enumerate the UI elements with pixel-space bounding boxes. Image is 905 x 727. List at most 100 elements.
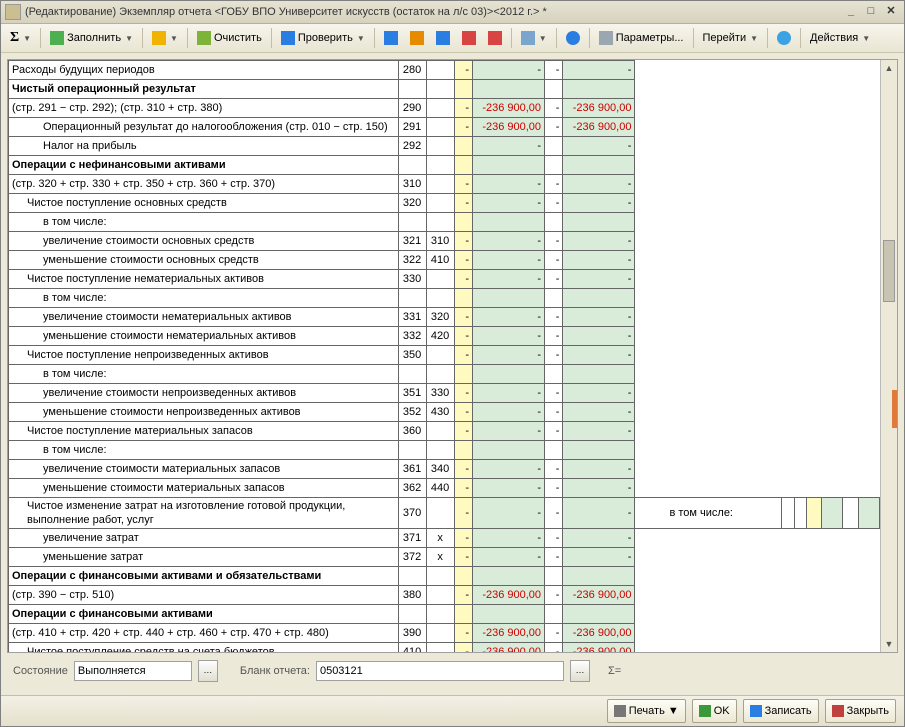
close-label: Закрыть bbox=[847, 705, 889, 717]
scroll-marker bbox=[892, 390, 898, 428]
actions-button[interactable]: Действия▼ bbox=[805, 26, 875, 50]
goto-label: Перейти bbox=[703, 32, 747, 44]
status-bar: Состояние … Бланк отчета: … Σ= bbox=[7, 653, 898, 689]
params-label: Параметры... bbox=[616, 32, 684, 44]
ok-button[interactable]: OK bbox=[692, 699, 737, 723]
print-icon bbox=[614, 705, 626, 717]
maximize-button[interactable]: □ bbox=[862, 4, 880, 20]
fill-icon bbox=[50, 31, 64, 45]
grid-container: Расходы будущих периодов280----Чистый оп… bbox=[7, 59, 898, 653]
tool-1[interactable] bbox=[379, 26, 403, 50]
table-row[interactable]: в том числе: bbox=[9, 365, 880, 384]
table-row[interactable]: в том числе: bbox=[9, 213, 880, 232]
clear-button[interactable]: Очистить bbox=[192, 26, 267, 50]
sigma-label: Σ= bbox=[608, 665, 621, 677]
table-row[interactable]: Операционный результат до налогообложени… bbox=[9, 118, 880, 137]
table-row[interactable]: Операции с финансовыми активами bbox=[9, 605, 880, 624]
tool-3[interactable] bbox=[431, 26, 455, 50]
report-editor-window: { "window": { "title": "(Редактирование)… bbox=[0, 0, 905, 727]
broom-icon bbox=[197, 31, 211, 45]
table-row[interactable]: увеличение стоимости нематериальных акти… bbox=[9, 308, 880, 327]
table-row[interactable]: уменьшение стоимости непроизведенных акт… bbox=[9, 403, 880, 422]
tool-grid[interactable]: ▼ bbox=[516, 26, 552, 50]
scroll-down-icon[interactable]: ▼ bbox=[881, 636, 897, 652]
edit-button[interactable]: ▼ bbox=[147, 26, 183, 50]
v-thumb[interactable] bbox=[883, 240, 895, 302]
table-row[interactable]: уменьшение стоимости нематериальных акти… bbox=[9, 327, 880, 346]
table-row[interactable]: Операции с финансовыми активами и обязат… bbox=[9, 567, 880, 586]
window-title: (Редактирование) Экземпляр отчета <ГОБУ … bbox=[25, 6, 840, 18]
save-button[interactable]: Записать bbox=[743, 699, 819, 723]
print-button[interactable]: Печать▼ bbox=[607, 699, 686, 723]
blank-label: Бланк отчета: bbox=[240, 665, 310, 677]
separator bbox=[40, 28, 41, 48]
table-row[interactable]: в том числе: bbox=[9, 289, 880, 308]
arrow-right-icon bbox=[488, 31, 502, 45]
check-icon bbox=[281, 31, 295, 45]
separator bbox=[767, 28, 768, 48]
table-row[interactable]: уменьшение затрат372х---- bbox=[9, 548, 880, 567]
footer-bar: Печать▼ OK Записать Закрыть bbox=[1, 695, 904, 726]
fill-button[interactable]: Заполнить▼ bbox=[45, 26, 138, 50]
tool-info[interactable] bbox=[561, 26, 585, 50]
table-row[interactable]: Расходы будущих периодов280---- bbox=[9, 61, 880, 80]
report-grid: Расходы будущих периодов280----Чистый оп… bbox=[8, 60, 880, 652]
table-row[interactable]: (стр. 410 + стр. 420 + стр. 440 + стр. 4… bbox=[9, 624, 880, 643]
info-icon bbox=[566, 31, 580, 45]
separator bbox=[271, 28, 272, 48]
tool-4[interactable] bbox=[457, 26, 481, 50]
arrow-left-icon bbox=[462, 31, 476, 45]
grid-icon bbox=[521, 31, 535, 45]
params-button[interactable]: Параметры... bbox=[594, 26, 689, 50]
table-row[interactable]: Операции с нефинансовыми активами bbox=[9, 156, 880, 175]
help-button[interactable] bbox=[772, 26, 796, 50]
tool-2[interactable] bbox=[405, 26, 429, 50]
table-row[interactable]: уменьшение стоимости материальных запасо… bbox=[9, 479, 880, 498]
tool-icon bbox=[384, 31, 398, 45]
table-row[interactable]: Чистый операционный результат bbox=[9, 80, 880, 99]
goto-button[interactable]: Перейти▼ bbox=[698, 26, 764, 50]
table-row[interactable]: (стр. 320 + стр. 330 + стр. 350 + стр. 3… bbox=[9, 175, 880, 194]
separator bbox=[589, 28, 590, 48]
tool-5[interactable] bbox=[483, 26, 507, 50]
table-row[interactable]: в том числе: bbox=[9, 441, 880, 460]
content-area: Расходы будущих периодов280----Чистый оп… bbox=[1, 53, 904, 695]
blank-field[interactable] bbox=[316, 661, 564, 681]
table-row[interactable]: Чистое поступление нематериальных активо… bbox=[9, 270, 880, 289]
actions-label: Действия bbox=[810, 32, 858, 44]
close-button[interactable]: Закрыть bbox=[825, 699, 896, 723]
table-row[interactable]: уменьшение стоимости основных средств322… bbox=[9, 251, 880, 270]
table-row[interactable]: увеличение стоимости основных средств321… bbox=[9, 232, 880, 251]
sum-button[interactable]: Σ▼ bbox=[5, 26, 36, 50]
close-window-button[interactable]: ✕ bbox=[882, 4, 900, 20]
vertical-scrollbar[interactable]: ▲ ▼ bbox=[880, 60, 897, 652]
app-icon bbox=[5, 4, 21, 20]
table-row[interactable]: увеличение затрат371х---- bbox=[9, 529, 880, 548]
check-label: Проверить bbox=[298, 32, 353, 44]
save-icon bbox=[750, 705, 762, 717]
table-row[interactable]: (стр. 291 − стр. 292); (стр. 310 + стр. … bbox=[9, 99, 880, 118]
grid-scroll[interactable]: Расходы будущих периодов280----Чистый оп… bbox=[8, 60, 880, 652]
table-row[interactable]: Чистое поступление средств на счета бюдж… bbox=[9, 643, 880, 653]
toolbar: Σ▼ Заполнить▼ ▼ Очистить Проверить▼ ▼ Па… bbox=[1, 24, 904, 53]
state-label: Состояние bbox=[13, 665, 68, 677]
separator bbox=[187, 28, 188, 48]
scroll-up-icon[interactable]: ▲ bbox=[881, 60, 897, 76]
state-field[interactable] bbox=[74, 661, 192, 681]
print-label: Печать bbox=[629, 705, 665, 717]
tool-icon bbox=[410, 31, 424, 45]
table-row[interactable]: (стр. 390 − стр. 510)380--236 900,00--23… bbox=[9, 586, 880, 605]
table-row[interactable]: увеличение стоимости материальных запасо… bbox=[9, 460, 880, 479]
blank-dropdown-button[interactable]: … bbox=[570, 660, 590, 682]
table-row[interactable]: Налог на прибыль292-- bbox=[9, 137, 880, 156]
fill-label: Заполнить bbox=[67, 32, 121, 44]
check-button[interactable]: Проверить▼ bbox=[276, 26, 370, 50]
table-row[interactable]: Чистое поступление непроизведенных актив… bbox=[9, 346, 880, 365]
table-row[interactable]: Чистое поступление материальных запасов3… bbox=[9, 422, 880, 441]
table-row[interactable]: Чистое поступление основных средств320--… bbox=[9, 194, 880, 213]
clear-label: Очистить bbox=[214, 32, 262, 44]
help-icon bbox=[777, 31, 791, 45]
state-dropdown-button[interactable]: … bbox=[198, 660, 218, 682]
table-row[interactable]: увеличение стоимости непроизведенных акт… bbox=[9, 384, 880, 403]
minimize-button[interactable]: _ bbox=[842, 4, 860, 20]
